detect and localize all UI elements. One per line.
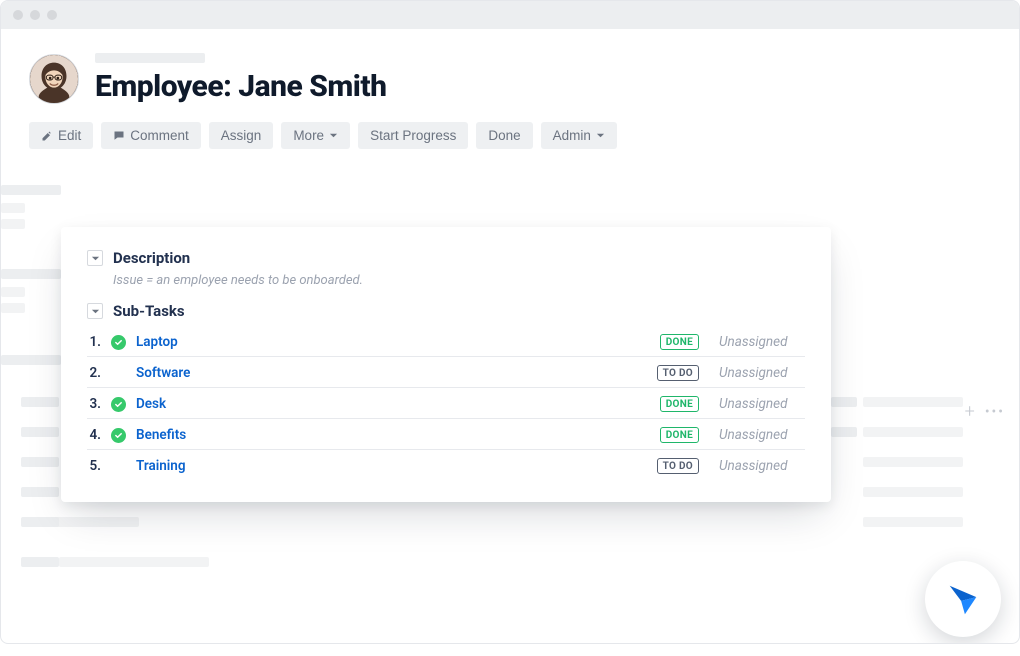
comment-label: Comment	[130, 128, 189, 143]
send-icon	[944, 580, 982, 618]
page-content: Employee: Jane Smith Edit Comment Assign…	[1, 29, 1019, 149]
description-heading: Description	[113, 249, 190, 267]
description-text: Issue = an employee needs to be onboarde…	[113, 273, 805, 288]
page-title: Employee: Jane Smith	[95, 69, 386, 104]
subtask-link[interactable]: Benefits	[136, 427, 186, 443]
plus-icon[interactable]: +	[965, 401, 975, 422]
subtask-row: 2. Software TO DO Unassigned	[87, 357, 805, 388]
skeleton	[1, 287, 25, 297]
app-window: Employee: Jane Smith Edit Comment Assign…	[0, 0, 1020, 644]
chevron-down-icon	[91, 307, 100, 316]
skeleton	[863, 427, 963, 437]
check-icon	[111, 397, 126, 412]
skeleton	[831, 397, 857, 407]
subtasks-section: Sub-Tasks 1. Laptop DONE Unassigned 2. Softwa…	[87, 302, 805, 480]
skeleton	[863, 457, 963, 467]
skeleton	[1, 269, 61, 279]
title-block: Employee: Jane Smith	[95, 53, 386, 104]
skeleton	[59, 557, 209, 567]
comment-icon	[113, 130, 125, 142]
subtask-number: 2.	[87, 365, 101, 381]
check-icon	[111, 428, 126, 443]
assignee-label: Unassigned	[719, 458, 805, 474]
description-toggle[interactable]	[87, 250, 103, 266]
chevron-down-icon	[596, 131, 605, 140]
assignee-label: Unassigned	[719, 334, 805, 350]
skeleton	[863, 517, 963, 527]
subtask-number: 4.	[87, 427, 101, 443]
avatar[interactable]	[29, 54, 79, 104]
skeleton	[21, 557, 59, 567]
header-row: Employee: Jane Smith	[29, 53, 991, 104]
status-badge: TO DO	[657, 458, 699, 474]
comment-button[interactable]: Comment	[101, 122, 201, 149]
pencil-icon	[41, 130, 53, 142]
skeleton	[49, 517, 139, 527]
status-badge: DONE	[660, 396, 699, 412]
skeleton	[21, 397, 59, 407]
subtask-row: 3. Desk DONE Unassigned	[87, 388, 805, 419]
window-dot	[47, 10, 57, 20]
subtask-number: 3.	[87, 396, 101, 412]
skeleton	[863, 487, 963, 497]
subtask-link[interactable]: Laptop	[136, 334, 178, 350]
assignee-label: Unassigned	[719, 427, 805, 443]
assignee-label: Unassigned	[719, 396, 805, 412]
more-button[interactable]: More	[281, 122, 350, 149]
check-icon	[111, 335, 126, 350]
chevron-down-icon	[329, 131, 338, 140]
toolbar: Edit Comment Assign More Start Progress …	[29, 122, 991, 149]
skeleton	[21, 427, 59, 437]
subtask-number: 1.	[87, 334, 101, 350]
skeleton	[1, 355, 61, 365]
check-icon	[111, 459, 126, 474]
subtasks-list: 1. Laptop DONE Unassigned 2. Software TO DO Una…	[87, 326, 805, 480]
assign-label: Assign	[221, 128, 262, 143]
status-badge: TO DO	[657, 365, 699, 381]
detail-card: Description Issue = an employee needs to…	[61, 227, 831, 502]
skeleton	[831, 427, 857, 437]
done-label: Done	[488, 128, 520, 143]
edit-label: Edit	[58, 128, 81, 143]
subtask-link[interactable]: Training	[136, 458, 186, 474]
edit-button[interactable]: Edit	[29, 122, 93, 149]
skeleton	[1, 203, 25, 213]
subtask-row: 5. Training TO DO Unassigned	[87, 450, 805, 480]
fab-button[interactable]	[925, 561, 1001, 637]
skeleton	[21, 457, 59, 467]
window-titlebar	[1, 1, 1019, 29]
start-progress-label: Start Progress	[370, 128, 456, 143]
subtasks-toggle[interactable]	[87, 303, 103, 319]
done-button[interactable]: Done	[476, 122, 532, 149]
assign-button[interactable]: Assign	[209, 122, 274, 149]
admin-label: Admin	[553, 128, 591, 143]
more-icon[interactable]: •••	[985, 404, 1005, 420]
subtask-row: 1. Laptop DONE Unassigned	[87, 326, 805, 357]
status-badge: DONE	[660, 334, 699, 350]
breadcrumb-skeleton	[95, 53, 205, 63]
subtask-link[interactable]: Software	[136, 365, 190, 381]
more-label: More	[293, 128, 324, 143]
subtask-link[interactable]: Desk	[136, 396, 166, 412]
assignee-label: Unassigned	[719, 365, 805, 381]
description-section: Description Issue = an employee needs to…	[87, 249, 805, 288]
chevron-down-icon	[91, 254, 100, 263]
admin-button[interactable]: Admin	[541, 122, 617, 149]
subtasks-heading: Sub-Tasks	[113, 302, 185, 320]
check-icon	[111, 366, 126, 381]
start-progress-button[interactable]: Start Progress	[358, 122, 468, 149]
skeleton	[21, 487, 59, 497]
subtask-row: 4. Benefits DONE Unassigned	[87, 419, 805, 450]
subtask-number: 5.	[87, 458, 101, 474]
skeleton	[863, 397, 963, 407]
window-dot	[30, 10, 40, 20]
right-icons: + •••	[965, 401, 1005, 422]
skeleton	[1, 219, 25, 229]
window-dot	[13, 10, 23, 20]
status-badge: DONE	[660, 427, 699, 443]
skeleton	[1, 185, 61, 195]
skeleton	[1, 303, 25, 313]
